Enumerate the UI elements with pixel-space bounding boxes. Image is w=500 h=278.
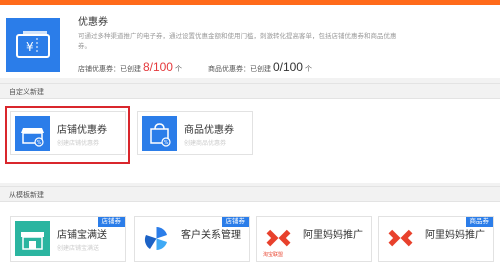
template-section-title: 从模板新建 (9, 192, 44, 199)
alimama-logo-text: 淘宝联盟 (263, 252, 284, 258)
goods-coupon-sub: 创建商品优惠券 (184, 141, 227, 147)
template-card-label: 阿里妈妈推广 (425, 230, 485, 241)
goods-coupon-icon: % (142, 116, 177, 151)
template-card-label: 店铺宝满送 (57, 230, 107, 241)
template-card-sub: 创建店铺宝满送 (57, 246, 100, 252)
shop-coupon-stat: 店铺优惠券：已创建 8/100 个 (78, 60, 182, 74)
svg-text:%: % (164, 140, 169, 146)
goods-coupon-count: 0/100 (272, 60, 303, 74)
coupon-overview: ¥ 优惠券 可通过多种渠道推广的电子券，通过设置优惠金额和使用门槛，刺激转化提高… (0, 5, 500, 78)
template-card-shop-manjian[interactable]: 店铺宝满送 创建店铺宝满送 店铺券 (10, 216, 126, 262)
crm-icon (139, 221, 174, 256)
template-card-label: 客户关系管理 (181, 230, 241, 241)
goods-coupon-unit: 个 (304, 66, 312, 73)
shop-coupon-count: 8/100 (142, 60, 173, 74)
goods-coupon-card[interactable]: % 商品优惠券 创建商品优惠券 (137, 111, 253, 155)
template-card-label: 阿里妈妈推广 (303, 230, 363, 241)
shop-coupon-badge: 店铺券 (221, 217, 249, 227)
alimama-logo-icon (383, 221, 421, 256)
goods-coupon-badge: 商品券 (465, 217, 493, 227)
template-card-alimama-1[interactable]: 淘宝联盟 阿里妈妈推广 (256, 216, 372, 262)
svg-text:¥: ¥ (26, 40, 34, 54)
page-title: 优惠券 (78, 17, 108, 28)
custom-section-title: 自定义新建 (9, 89, 44, 96)
template-section-header: 从模板新建 (0, 186, 500, 202)
goods-coupon-stat: 商品优惠券：已创建 0/100 个 (208, 60, 312, 74)
page-description: 可通过多种渠道推广的电子券，通过设置优惠金额和使用门槛，刺激转化提高客单，包括店… (78, 33, 397, 50)
goods-coupon-label: 商品优惠券 (184, 125, 234, 136)
selection-highlight (5, 106, 130, 164)
shop-icon (15, 221, 50, 256)
shop-coupon-badge: 店铺券 (97, 217, 125, 227)
template-section-body: 店铺宝满送 创建店铺宝满送 店铺券 客户关系管理 店铺券 淘宝联盟 阿里妈妈推广 (0, 202, 500, 278)
goods-coupon-stat-label: 商品优惠券：已创建 (208, 66, 271, 73)
shop-coupon-stat-label: 店铺优惠券：已创建 (78, 66, 141, 73)
coupon-icon: ¥ (6, 18, 60, 72)
shop-coupon-unit: 个 (174, 66, 182, 73)
template-card-crm[interactable]: 客户关系管理 店铺券 (134, 216, 250, 262)
template-card-alimama-2[interactable]: 阿里妈妈推广 商品券 (378, 216, 494, 262)
custom-section-header: 自定义新建 (0, 83, 500, 99)
